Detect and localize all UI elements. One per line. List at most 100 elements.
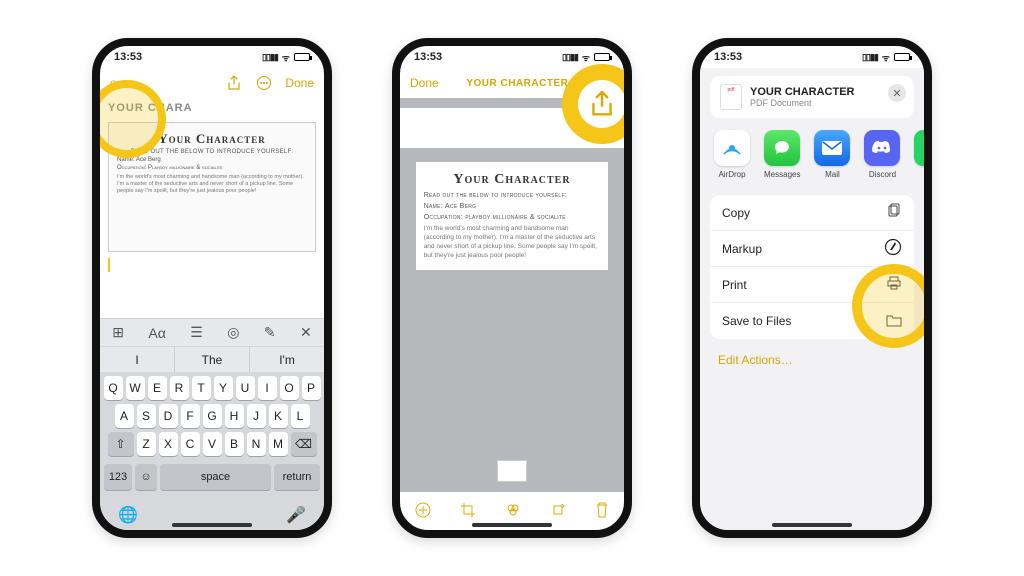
return-key[interactable]: return	[274, 464, 320, 490]
key-m[interactable]: M	[269, 432, 288, 456]
page-top-band	[400, 108, 624, 148]
predict-2[interactable]: The	[175, 347, 250, 372]
numbers-key[interactable]: 123	[104, 464, 132, 490]
key-l[interactable]: L	[291, 404, 310, 428]
status-right: ▯▯▮▮ ᯤ	[262, 51, 310, 64]
pdf-icon: pdf	[720, 84, 742, 110]
key-p[interactable]: P	[302, 376, 321, 400]
predict-3[interactable]: I'm	[250, 347, 324, 372]
key-u[interactable]: U	[236, 376, 255, 400]
key-b[interactable]: B	[225, 432, 244, 456]
key-y[interactable]: Y	[214, 376, 233, 400]
key-o[interactable]: O	[280, 376, 299, 400]
close-formatbar-icon[interactable]: ✕	[300, 324, 312, 341]
edit-actions-button[interactable]: Edit Actions…	[718, 353, 906, 367]
rotate-icon[interactable]	[549, 501, 567, 522]
key-x[interactable]: X	[159, 432, 178, 456]
shift-key[interactable]: ⇧	[108, 432, 134, 456]
text-cursor	[108, 258, 110, 272]
phone-notes-editor: 13:53 ▯▯▮▮ ᯤ e Done YOUR CHARA You	[92, 38, 332, 538]
back-button[interactable]: e	[110, 76, 117, 90]
note-body[interactable]: YOUR CHARA Your Character READ OUT THE B…	[100, 98, 324, 318]
app-airdrop[interactable]: AirDrop	[714, 130, 750, 179]
app-mail[interactable]: Mail	[814, 130, 850, 179]
share-apps-row[interactable]: AirDrop Messages Mail	[700, 124, 924, 189]
key-z[interactable]: Z	[137, 432, 156, 456]
wifi-icon: ᯤ	[582, 51, 590, 64]
notes-topbar: e Done	[100, 68, 324, 98]
home-indicator[interactable]	[772, 523, 852, 527]
trash-icon[interactable]	[594, 501, 610, 522]
mic-icon[interactable]: 🎤	[286, 505, 306, 525]
share-file-card: pdf YOUR CHARACTER PDF Document ✕	[710, 76, 914, 118]
emoji-key[interactable]: ☺	[135, 464, 157, 490]
status-time: 13:53	[414, 51, 442, 63]
key-t[interactable]: T	[192, 376, 211, 400]
key-q[interactable]: Q	[104, 376, 123, 400]
camera-icon[interactable]: ◎	[227, 324, 239, 341]
key-d[interactable]: D	[159, 404, 178, 428]
signal-icon: ▯▯▮▮	[262, 52, 278, 63]
battery-icon	[594, 53, 610, 61]
signal-icon: ▯▯▮▮	[562, 52, 578, 63]
key-e[interactable]: E	[148, 376, 167, 400]
action-print[interactable]: Print	[710, 267, 914, 303]
share-icon[interactable]	[225, 74, 243, 92]
action-copy[interactable]: Copy	[710, 195, 914, 231]
filter-icon[interactable]	[504, 501, 522, 522]
share-icon[interactable]	[596, 74, 614, 92]
preview-topbar: Done YOUR CHARACTER	[400, 68, 624, 98]
status-bar: 13:53 ▯▯▮▮ ᯤ	[100, 46, 324, 68]
predict-1[interactable]: I	[100, 347, 175, 372]
key-w[interactable]: W	[126, 376, 145, 400]
backspace-key[interactable]: ⌫	[291, 432, 317, 456]
key-c[interactable]: C	[181, 432, 200, 456]
share-actions: Copy Markup Print Save to Files	[710, 195, 914, 339]
wifi-icon: ᯤ	[282, 51, 290, 64]
document-attachment[interactable]: Your Character READ OUT THE BELOW TO INT…	[108, 122, 316, 252]
key-s[interactable]: S	[137, 404, 156, 428]
page-1: Your Character Read out the below to int…	[416, 162, 609, 270]
textstyle-icon[interactable]: Aα	[148, 325, 165, 341]
table-icon[interactable]: ⊞	[112, 324, 124, 341]
key-n[interactable]: N	[247, 432, 266, 456]
app-messages[interactable]: Messages	[764, 130, 800, 179]
markup-icon[interactable]: ✎	[264, 324, 276, 341]
add-page-icon[interactable]	[414, 501, 432, 522]
keyboard[interactable]: QWERTYUIOP ASDFGHJKL ⇧ ZXCVBNM ⌫ 123 ☺ s…	[100, 372, 324, 500]
globe-icon[interactable]: 🌐	[118, 505, 138, 525]
space-key[interactable]: space	[160, 464, 271, 490]
crop-icon[interactable]	[459, 501, 477, 522]
app-more[interactable]: W	[914, 130, 924, 179]
print-icon	[886, 275, 902, 294]
key-k[interactable]: K	[269, 404, 288, 428]
status-bar: 13:53 ▯▯▮▮ ᯤ	[700, 46, 924, 68]
document-preview[interactable]: Your Character Read out the below to int…	[400, 98, 624, 492]
list-icon[interactable]: ☰	[190, 324, 203, 341]
status-bar: 13:53 ▯▯▮▮ ᯤ	[400, 46, 624, 68]
key-r[interactable]: R	[170, 376, 189, 400]
key-f[interactable]: F	[181, 404, 200, 428]
home-indicator[interactable]	[472, 523, 552, 527]
action-markup[interactable]: Markup	[710, 231, 914, 267]
key-h[interactable]: H	[225, 404, 244, 428]
format-bar: ⊞ Aα ☰ ◎ ✎ ✕	[100, 318, 324, 346]
done-button[interactable]: Done	[410, 76, 439, 90]
key-v[interactable]: V	[203, 432, 222, 456]
battery-icon	[894, 53, 910, 61]
key-a[interactable]: A	[115, 404, 134, 428]
page-thumbnail[interactable]	[497, 460, 527, 482]
predictive-row: I The I'm	[100, 346, 324, 372]
more-icon[interactable]	[255, 74, 273, 92]
key-g[interactable]: G	[203, 404, 222, 428]
signal-icon: ▯▯▮▮	[862, 52, 878, 63]
done-button[interactable]: Done	[285, 76, 314, 90]
action-save-to-files[interactable]: Save to Files	[710, 303, 914, 339]
key-i[interactable]: I	[258, 376, 277, 400]
app-discord[interactable]: Discord	[864, 130, 900, 179]
folder-icon	[886, 313, 902, 330]
close-share-sheet-button[interactable]: ✕	[888, 84, 906, 102]
key-j[interactable]: J	[247, 404, 266, 428]
home-indicator[interactable]	[172, 523, 252, 527]
wifi-icon: ᯤ	[882, 51, 890, 64]
